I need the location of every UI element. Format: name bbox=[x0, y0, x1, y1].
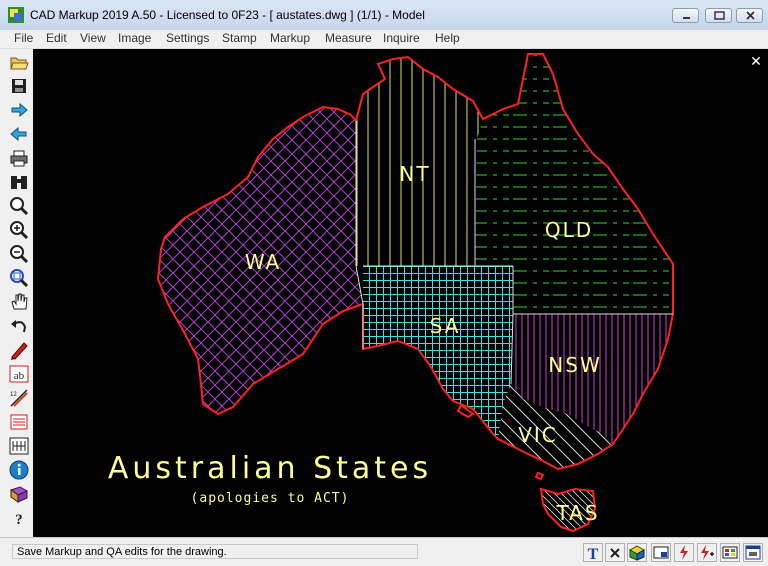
title-bar: CAD Markup 2019 A.50 - Licensed to 0F23 … bbox=[0, 0, 768, 31]
cube-icon[interactable] bbox=[627, 543, 647, 562]
label-tas: TAS bbox=[555, 501, 599, 525]
menu-help[interactable]: Help bbox=[435, 31, 460, 45]
menu-measure[interactable]: Measure bbox=[325, 31, 372, 45]
text-ab-icon[interactable]: ab bbox=[8, 363, 30, 385]
window-icon[interactable] bbox=[651, 543, 671, 562]
maximize-button[interactable] bbox=[705, 8, 732, 23]
pan-hand-icon[interactable] bbox=[8, 291, 30, 313]
map-labels: WA NT QLD SA NSW VIC TAS Australian Stat… bbox=[108, 162, 601, 525]
menu-markup[interactable]: Markup bbox=[270, 31, 310, 45]
save-icon[interactable] bbox=[8, 75, 30, 97]
menu-stamp[interactable]: Stamp bbox=[222, 31, 257, 45]
book-icon[interactable] bbox=[8, 483, 30, 505]
forward-arrow-icon[interactable] bbox=[8, 99, 30, 121]
menu-view[interactable]: View bbox=[80, 31, 106, 45]
svg-text:ab: ab bbox=[14, 370, 25, 382]
label-vic: VIC bbox=[518, 423, 558, 447]
close-button[interactable] bbox=[736, 8, 763, 23]
print-icon[interactable] bbox=[8, 147, 30, 169]
text-t-icon[interactable]: T bbox=[583, 543, 603, 562]
status-bar: Save Markup and QA edits for the drawing… bbox=[0, 537, 768, 566]
printer-window-icon[interactable] bbox=[743, 543, 763, 562]
zoom-icon[interactable] bbox=[8, 195, 30, 217]
label-wa: WA bbox=[245, 250, 281, 274]
binoculars-icon[interactable] bbox=[8, 171, 30, 193]
app-icon bbox=[8, 7, 24, 23]
color-palette-icon[interactable] bbox=[720, 543, 740, 562]
label-nt: NT bbox=[399, 162, 430, 186]
lightning-plus-icon[interactable] bbox=[697, 543, 717, 562]
svg-text:12: 12 bbox=[10, 392, 17, 398]
drawing-canvas[interactable]: WA NT QLD SA NSW VIC TAS Australian Stat… bbox=[33, 49, 768, 537]
menu-bar: File Edit View Image Settings Stamp Mark… bbox=[0, 30, 768, 49]
minimize-button[interactable] bbox=[672, 8, 699, 23]
close-drawing-icon[interactable]: ✕ bbox=[748, 53, 764, 69]
help-icon[interactable]: ? bbox=[8, 507, 30, 529]
undo-icon[interactable] bbox=[8, 315, 30, 337]
pen-icon[interactable] bbox=[8, 339, 30, 361]
dimension-icon[interactable]: 12 bbox=[8, 387, 30, 409]
label-qld: QLD bbox=[545, 218, 593, 242]
svg-text:T: T bbox=[588, 546, 599, 562]
zoom-in-icon[interactable] bbox=[8, 219, 30, 241]
drawing-subtitle: (apologies to ACT) bbox=[191, 491, 350, 506]
label-nsw: NSW bbox=[548, 353, 601, 377]
zoom-out-icon[interactable] bbox=[8, 243, 30, 265]
menu-edit[interactable]: Edit bbox=[46, 31, 67, 45]
open-folder-icon[interactable] bbox=[8, 51, 30, 73]
menu-inquire[interactable]: Inquire bbox=[383, 31, 420, 45]
label-sa: SA bbox=[430, 314, 461, 338]
layers-icon[interactable] bbox=[8, 411, 30, 433]
menu-image[interactable]: Image bbox=[118, 31, 151, 45]
status-message: Save Markup and QA edits for the drawing… bbox=[12, 544, 418, 559]
zoom-window-icon[interactable] bbox=[8, 267, 30, 289]
measure-icon[interactable] bbox=[8, 435, 30, 457]
lightning-icon[interactable] bbox=[674, 543, 694, 562]
info-icon[interactable] bbox=[8, 459, 30, 481]
svg-text:?: ? bbox=[15, 512, 23, 528]
cross-icon[interactable] bbox=[605, 543, 625, 562]
menu-file[interactable]: File bbox=[14, 31, 33, 45]
drawing-title: Australian States bbox=[108, 451, 432, 486]
left-toolbar: ab 12 ? bbox=[0, 49, 34, 537]
window-title: CAD Markup 2019 A.50 - Licensed to 0F23 … bbox=[30, 8, 425, 22]
back-arrow-icon[interactable] bbox=[8, 123, 30, 145]
menu-settings[interactable]: Settings bbox=[166, 31, 209, 45]
